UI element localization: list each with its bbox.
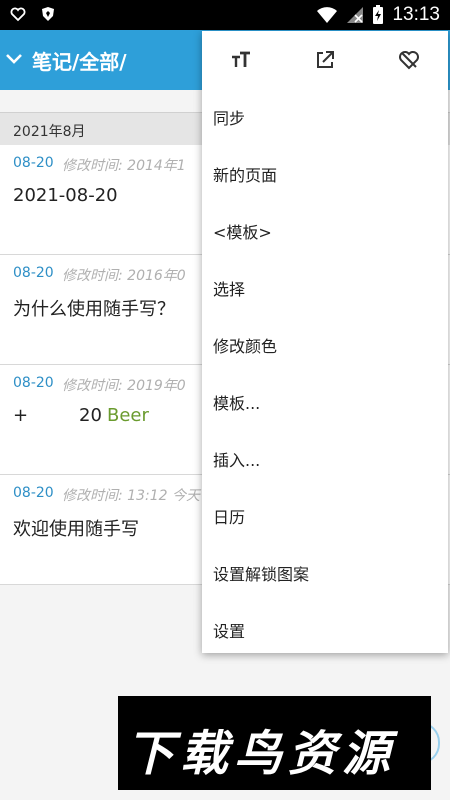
note-beer-text: Beer <box>107 405 149 426</box>
month-header-label: 2021年8月 <box>13 124 86 140</box>
note-modified: 修改时间: 2016年0 <box>62 268 186 284</box>
menu-item-label: 修改颜色 <box>213 337 278 356</box>
watermark-banner: 下载鸟资源 <box>118 696 431 790</box>
note-title: 欢迎使用随手写 <box>13 519 139 540</box>
menu-item-label: 同步 <box>213 109 246 128</box>
menu-item-settings[interactable]: 设置 <box>202 600 448 657</box>
clock: 13:13 <box>392 4 440 25</box>
note-modified: 修改时间: 13:12 今天 <box>62 488 200 504</box>
note-title: 2021-08-20 <box>13 185 118 206</box>
menu-item-templates[interactable]: 模板... <box>202 372 448 429</box>
note-number: 20 <box>79 405 102 426</box>
menu-item-label: 新的页面 <box>213 166 278 185</box>
overflow-menu: 同步 新的页面 <模板> 选择 修改颜色 模板... 插入... 日历 设置解锁… <box>202 31 448 653</box>
menu-item-change-color[interactable]: 修改颜色 <box>202 315 448 372</box>
note-modified: 修改时间: 2014年1 <box>62 158 186 174</box>
menu-item-select[interactable]: 选择 <box>202 258 448 315</box>
wifi-icon <box>317 7 338 23</box>
menu-item-sync[interactable]: 同步 <box>202 87 448 144</box>
note-date: 08-20 <box>13 155 54 171</box>
heart-slash-icon[interactable] <box>398 49 420 71</box>
menu-item-template-tag[interactable]: <模板> <box>202 201 448 258</box>
note-title: 为什么使用随手写？ <box>13 299 175 320</box>
note-plus-sign: + <box>13 405 29 426</box>
menu-icon-row <box>202 31 448 87</box>
note-date: 08-20 <box>13 375 54 391</box>
note-date: 08-20 <box>13 485 54 501</box>
chevron-down-icon[interactable] <box>4 49 24 69</box>
no-signal-icon <box>347 7 364 23</box>
menu-item-calendar[interactable]: 日历 <box>202 486 448 543</box>
menu-item-new-page[interactable]: 新的页面 <box>202 144 448 201</box>
note-date: 08-20 <box>13 265 54 281</box>
battery-charging-icon <box>373 5 384 24</box>
text-size-icon[interactable] <box>230 49 252 71</box>
menu-item-label: 设置 <box>213 622 246 641</box>
open-external-icon[interactable] <box>314 49 336 71</box>
menu-item-insert[interactable]: 插入... <box>202 429 448 486</box>
menu-item-label: <模板> <box>213 223 272 242</box>
menu-item-label: 插入... <box>213 451 261 470</box>
shield-notification-icon <box>42 7 54 21</box>
menu-item-unlock-pattern[interactable]: 设置解锁图案 <box>202 543 448 600</box>
note-modified: 修改时间: 2019年0 <box>62 378 186 394</box>
menu-item-label: 模板... <box>213 394 261 413</box>
watermark-text: 下载鸟资源 <box>126 726 397 782</box>
heart-notification-icon <box>10 7 26 22</box>
menu-item-label: 日历 <box>213 508 246 527</box>
menu-item-label: 设置解锁图案 <box>213 565 310 584</box>
menu-item-label: 选择 <box>213 280 246 299</box>
status-bar: 13:13 <box>0 0 450 30</box>
folder-path-title[interactable]: 笔记/全部/ <box>32 46 127 75</box>
